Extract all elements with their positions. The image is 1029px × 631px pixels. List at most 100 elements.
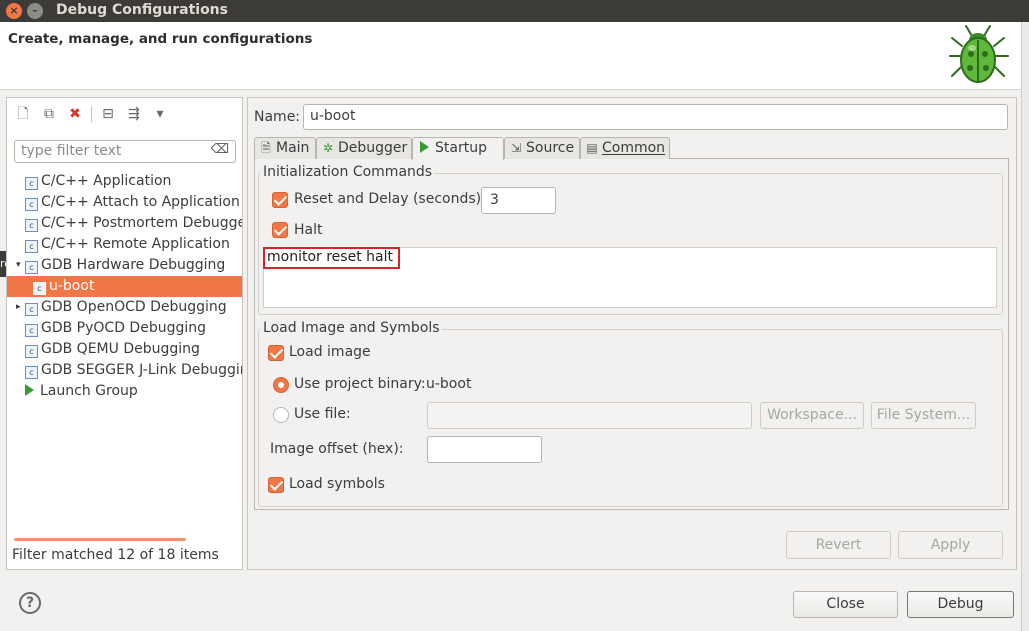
name-input[interactable]: u-boot [303,104,1008,130]
tab-debugger-label: Debugger [338,140,408,156]
configuration-tree-panel: 🗋 ⧉ ✖ ⊟ ⇶ ▾ type filter text ⌫ c C/C++ Ap… [6,97,243,570]
apply-button[interactable]: Apply [898,531,1003,559]
tree-item[interactable]: Launch Group [7,381,242,402]
tab-debugger[interactable]: ✲ Debugger [316,137,412,159]
load-image-checkbox[interactable] [268,345,284,361]
expand-down-icon[interactable]: ▾ [16,255,24,276]
dialog-header-title: Create, manage, and run configurations [8,31,313,47]
tree-item[interactable]: c C/C++ Application [7,171,242,192]
tab-common[interactable]: ▤ Common [580,137,670,159]
use-file-radio[interactable] [273,407,289,423]
tree-item-label: C/C++ Attach to Application [41,194,240,210]
image-offset-input[interactable] [427,436,542,463]
tree-item-label: C/C++ Application [41,173,172,189]
window-title: Debug Configurations [56,2,228,18]
highlight-annotation [263,247,400,269]
debug-button[interactable]: Debug [907,591,1014,618]
tree-item[interactable]: c C/C++ Postmortem Debugger [7,213,242,234]
tree-item-label: C/C++ Remote Application [41,236,230,252]
tree-item-label: GDB OpenOCD Debugging [41,299,227,315]
project-binary-value: u-boot [426,376,472,392]
dialog-header: Create, manage, and run configurations [0,22,1029,90]
window-edge [1021,22,1029,631]
reset-and-delay-label: Reset and Delay (seconds): [294,191,486,207]
reset-and-delay-checkbox[interactable] [272,192,288,208]
c-config-icon: c [25,303,38,316]
document-icon: 🗎 [261,141,271,155]
tree-item-label: GDB Hardware Debugging [41,257,226,273]
help-icon[interactable]: ? [19,592,41,614]
filter-placeholder: type filter text [21,143,122,159]
name-label: Name: [254,109,301,125]
tree-item-label: GDB SEGGER J-Link Debugging [41,362,242,378]
tree-item-label: GDB PyOCD Debugging [41,320,207,336]
expand-right-icon[interactable]: ▸ [16,297,24,318]
view-menu-icon[interactable]: ▾ [150,104,170,124]
c-config-icon: c [25,345,38,358]
tab-source[interactable]: ⇲ Source [504,137,580,159]
tree-item[interactable]: c GDB SEGGER J-Link Debugging [7,360,242,381]
tree-item-label: GDB QEMU Debugging [41,341,200,357]
delay-seconds-input[interactable]: 3 [481,187,556,214]
filter-status: Filter matched 12 of 18 items [12,547,219,563]
c-config-icon: c [25,198,38,211]
c-config-icon: c [25,324,38,337]
load-image-group-label: Load Image and Symbols [261,320,442,336]
tree-item[interactable]: c C/C++ Attach to Application [7,192,242,213]
load-symbols-label: Load symbols [289,476,385,492]
configuration-tree: c C/C++ Application c C/C++ Attach to Appli… [7,171,242,402]
file-path-input[interactable] [427,402,752,429]
tab-common-label: Common [602,140,666,156]
halt-label: Halt [294,222,323,238]
revert-button[interactable]: Revert [786,531,891,559]
toolbar-separator [91,106,92,122]
halt-checkbox[interactable] [272,222,288,238]
tab-main-label: Main [276,140,310,156]
bug-small-icon: ✲ [322,141,334,155]
collapse-all-icon[interactable]: ⊟ [98,104,118,124]
tree-item[interactable]: ▸ c GDB OpenOCD Debugging [7,297,242,318]
load-symbols-checkbox[interactable] [268,477,284,493]
tree-item-label: Launch Group [40,383,138,399]
tree-item[interactable]: c GDB PyOCD Debugging [7,318,242,339]
clear-filter-icon[interactable]: ⌫ [211,142,229,157]
use-file-label: Use file: [294,406,351,422]
c-config-icon: c [25,366,38,379]
tree-item-label: C/C++ Postmortem Debugger [41,215,242,231]
launch-group-icon [25,384,34,396]
tree-item[interactable]: c u-boot [7,276,242,297]
filter-input[interactable]: type filter text ⌫ [14,140,236,163]
file-system-button[interactable]: File System... [871,402,976,429]
duplicate-icon[interactable]: ⧉ [39,104,59,124]
title-bar: × – Debug Configurations [0,0,1029,22]
play-icon [420,141,429,153]
c-config-icon: c [25,219,38,232]
window-close-button[interactable]: × [6,3,22,19]
tab-source-label: Source [526,140,575,156]
workspace-button[interactable]: Workspace... [760,402,864,429]
filter-icon[interactable]: ⇶ [124,104,144,124]
tree-horizontal-scrollbar[interactable] [14,538,186,541]
use-project-binary-radio[interactable] [273,377,289,393]
window-minimize-button[interactable]: – [27,3,43,19]
close-button[interactable]: Close [793,591,898,618]
c-config-icon: c [33,282,46,295]
image-offset-label: Image offset (hex): [270,441,404,457]
new-config-icon[interactable]: 🗋 [13,104,33,124]
load-image-label: Load image [289,344,371,360]
tree-item[interactable]: c GDB QEMU Debugging [7,339,242,360]
tab-startup[interactable]: Startup [412,137,504,160]
tab-startup-label: Startup [435,140,487,156]
delete-icon[interactable]: ✖ [65,104,85,124]
source-icon: ⇲ [510,141,522,155]
initialization-commands-label: Initialization Commands [261,164,435,180]
c-config-icon: c [25,177,38,190]
common-icon: ▤ [586,141,598,155]
tree-item-label: u-boot [49,278,95,294]
c-config-icon: c [25,261,38,274]
tab-main[interactable]: 🗎 Main [254,137,316,159]
use-project-binary-label: Use project binary: [294,376,426,392]
tree-item[interactable]: c C/C++ Remote Application [7,234,242,255]
tree-toolbar: 🗋 ⧉ ✖ ⊟ ⇶ ▾ [13,104,170,124]
tree-item[interactable]: ▾ c GDB Hardware Debugging [7,255,242,276]
